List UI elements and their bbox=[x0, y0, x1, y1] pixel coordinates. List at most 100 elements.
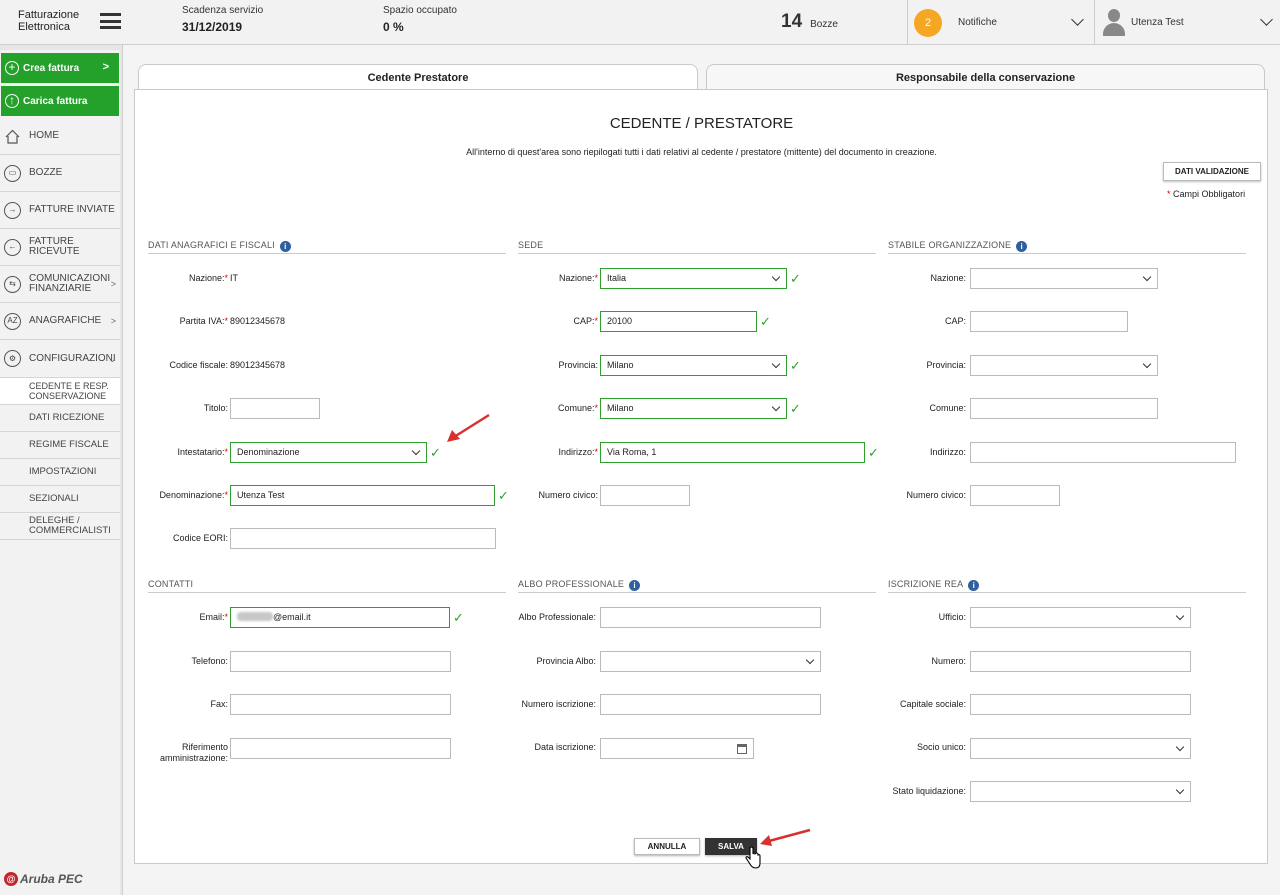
sidebar: + Crea fattura > ↑ Carica fattura HOME ▭… bbox=[0, 50, 120, 895]
email-input[interactable]: @email.it bbox=[230, 607, 450, 628]
dati-validazione-button[interactable]: DATI VALIDAZIONE bbox=[1163, 162, 1261, 181]
eori-label: Codice EORI: bbox=[172, 533, 228, 543]
label-line1: Riferimento bbox=[181, 742, 228, 752]
so-comune-input[interactable] bbox=[970, 398, 1158, 419]
intestatario-select[interactable]: Denominazione bbox=[230, 442, 427, 463]
so-provincia-label: Provincia: bbox=[926, 360, 966, 370]
so-indirizzo-input[interactable] bbox=[970, 442, 1236, 463]
select-value: Milano bbox=[607, 403, 634, 413]
sidebar-item-comunicazioni[interactable]: ⇆ COMUNICAZIONI FINANZIARIE > bbox=[0, 266, 120, 303]
titolo-input[interactable] bbox=[230, 398, 320, 419]
spazio-block: Spazio occupato 0 % bbox=[383, 5, 457, 34]
user-chevron-down-icon[interactable] bbox=[1260, 13, 1273, 26]
socio-select[interactable] bbox=[970, 738, 1191, 759]
chevron-right-icon: > bbox=[110, 279, 116, 289]
section-title: DATI ANAGRAFICI E FISCALI bbox=[148, 240, 275, 250]
provincia-select[interactable]: Milano bbox=[600, 355, 787, 376]
civico-input[interactable] bbox=[600, 485, 690, 506]
carica-fattura-button[interactable]: ↑ Carica fattura bbox=[1, 86, 119, 116]
civico-label: Numero civico: bbox=[538, 490, 598, 500]
capitale-input[interactable] bbox=[970, 694, 1191, 715]
stato-liquidazione-select[interactable] bbox=[970, 781, 1191, 802]
provincia-albo-select[interactable] bbox=[600, 651, 821, 672]
scadenza-label: Scadenza servizio bbox=[182, 5, 264, 16]
required-note-text: Campi Obbligatori bbox=[1173, 189, 1246, 199]
tab-responsabile-conservazione[interactable]: Responsabile della conservazione bbox=[706, 64, 1265, 90]
sidebar-item-configurazioni[interactable]: ⚙ CONFIGURAZIONI ⌄ bbox=[0, 340, 120, 378]
notification-badge[interactable]: 2 bbox=[914, 9, 942, 37]
subitem-impostazioni[interactable]: IMPOSTAZIONI bbox=[0, 459, 120, 486]
bozze-counter[interactable]: 14 Bozze bbox=[781, 11, 838, 33]
sidebar-item-label: FATTURE INVIATE bbox=[29, 204, 115, 215]
so-provincia-select[interactable] bbox=[970, 355, 1158, 376]
albo-input[interactable] bbox=[600, 607, 821, 628]
chevron-down-icon bbox=[1175, 742, 1185, 752]
required-mark: * bbox=[1167, 189, 1171, 199]
carica-fattura-label: Carica fattura bbox=[23, 95, 88, 107]
sidebar-item-label: BOZZE bbox=[29, 167, 63, 178]
telefono-input[interactable] bbox=[230, 651, 451, 672]
notifiche-chevron-down-icon[interactable] bbox=[1071, 13, 1084, 26]
redacted-text bbox=[237, 612, 273, 621]
nazione-value: IT bbox=[230, 273, 238, 283]
riferimento-label: Riferimento amministrazione: bbox=[140, 742, 228, 764]
nazione-label: Nazione:* bbox=[188, 273, 228, 283]
sidebar-item-label: ANAGRAFICHE bbox=[29, 315, 102, 326]
socio-label: Socio unico: bbox=[916, 742, 966, 752]
crea-fattura-button[interactable]: + Crea fattura > bbox=[1, 53, 119, 83]
page-description: All'interno di quest'area sono riepiloga… bbox=[466, 147, 937, 157]
arrow-right-icon: → bbox=[4, 201, 21, 219]
annulla-button[interactable]: ANNULLA bbox=[634, 838, 700, 855]
so-civico-input[interactable] bbox=[970, 485, 1060, 506]
sede-nazione-label: Nazione:* bbox=[558, 273, 598, 283]
user-name[interactable]: Utenza Test bbox=[1131, 17, 1184, 28]
label-text: CAP: bbox=[573, 316, 595, 326]
annotation-arrow-icon bbox=[760, 828, 811, 846]
subitem-regime-fiscale[interactable]: REGIME FISCALE bbox=[0, 432, 120, 459]
comune-select[interactable]: Milano bbox=[600, 398, 787, 419]
subitem-dati-ricezione[interactable]: DATI RICEZIONE bbox=[0, 405, 120, 432]
subitem-cedente[interactable]: CEDENTE E RESP. CONSERVAZIONE bbox=[0, 378, 120, 405]
logo-text: Aruba PEC bbox=[20, 872, 83, 886]
sidebar-item-fatture-inviate[interactable]: → FATTURE INVIATE bbox=[0, 192, 120, 229]
eori-input[interactable] bbox=[230, 528, 496, 549]
info-icon[interactable]: i bbox=[1016, 241, 1028, 252]
menu-hamburger-icon[interactable] bbox=[100, 13, 121, 29]
so-nazione-select[interactable] bbox=[970, 268, 1158, 289]
info-icon[interactable]: i bbox=[968, 580, 980, 591]
select-value: Denominazione bbox=[237, 447, 300, 457]
sidebar-item-fatture-ricevute[interactable]: ← FATTURE RICEVUTE bbox=[0, 229, 120, 266]
sidebar-item-anagrafiche[interactable]: AZ ANAGRAFICHE > bbox=[0, 303, 120, 340]
hand-cursor-icon bbox=[745, 846, 761, 869]
valid-check-icon: ✓ bbox=[498, 488, 509, 503]
chevron-down-icon bbox=[411, 446, 421, 456]
ufficio-select[interactable] bbox=[970, 607, 1191, 628]
notifiche-label[interactable]: Notifiche bbox=[958, 17, 997, 28]
indirizzo-input[interactable]: Via Roma, 1 bbox=[600, 442, 865, 463]
telefono-label: Telefono: bbox=[191, 656, 228, 666]
denominazione-input[interactable]: Utenza Test bbox=[230, 485, 495, 506]
info-icon[interactable]: i bbox=[279, 241, 291, 252]
data-iscrizione-input[interactable] bbox=[600, 738, 754, 759]
subitem-sezionali[interactable]: SEZIONALI bbox=[0, 486, 120, 513]
cap-input[interactable]: 20100 bbox=[600, 311, 757, 332]
riferimento-input[interactable] bbox=[230, 738, 451, 759]
numero-iscrizione-input[interactable] bbox=[600, 694, 821, 715]
spazio-value: 0 % bbox=[383, 20, 404, 34]
select-value: Italia bbox=[607, 273, 627, 283]
top-bar: Fatturazione Elettronica Scadenza serviz… bbox=[0, 0, 1280, 45]
gear-icon: ⚙ bbox=[4, 350, 21, 367]
calendar-icon[interactable] bbox=[737, 744, 747, 754]
page-title: CEDENTE / PRESTATORE bbox=[609, 115, 794, 132]
sede-nazione-select[interactable]: Italia bbox=[600, 268, 787, 289]
fax-input[interactable] bbox=[230, 694, 451, 715]
sidebar-item-bozze[interactable]: ▭ BOZZE bbox=[0, 155, 120, 192]
numero-rea-input[interactable] bbox=[970, 651, 1191, 672]
info-icon[interactable]: i bbox=[629, 580, 641, 591]
data-iscrizione-label: Data iscrizione: bbox=[534, 742, 596, 752]
so-cap-input[interactable] bbox=[970, 311, 1128, 332]
subitem-deleghe[interactable]: DELEGHE / COMMERCIALISTI bbox=[0, 513, 120, 540]
subitem-label: DATI RICEZIONE bbox=[29, 412, 105, 423]
tab-cedente-prestatore[interactable]: Cedente Prestatore bbox=[138, 64, 698, 90]
scadenza-value: 31/12/2019 bbox=[182, 20, 243, 34]
